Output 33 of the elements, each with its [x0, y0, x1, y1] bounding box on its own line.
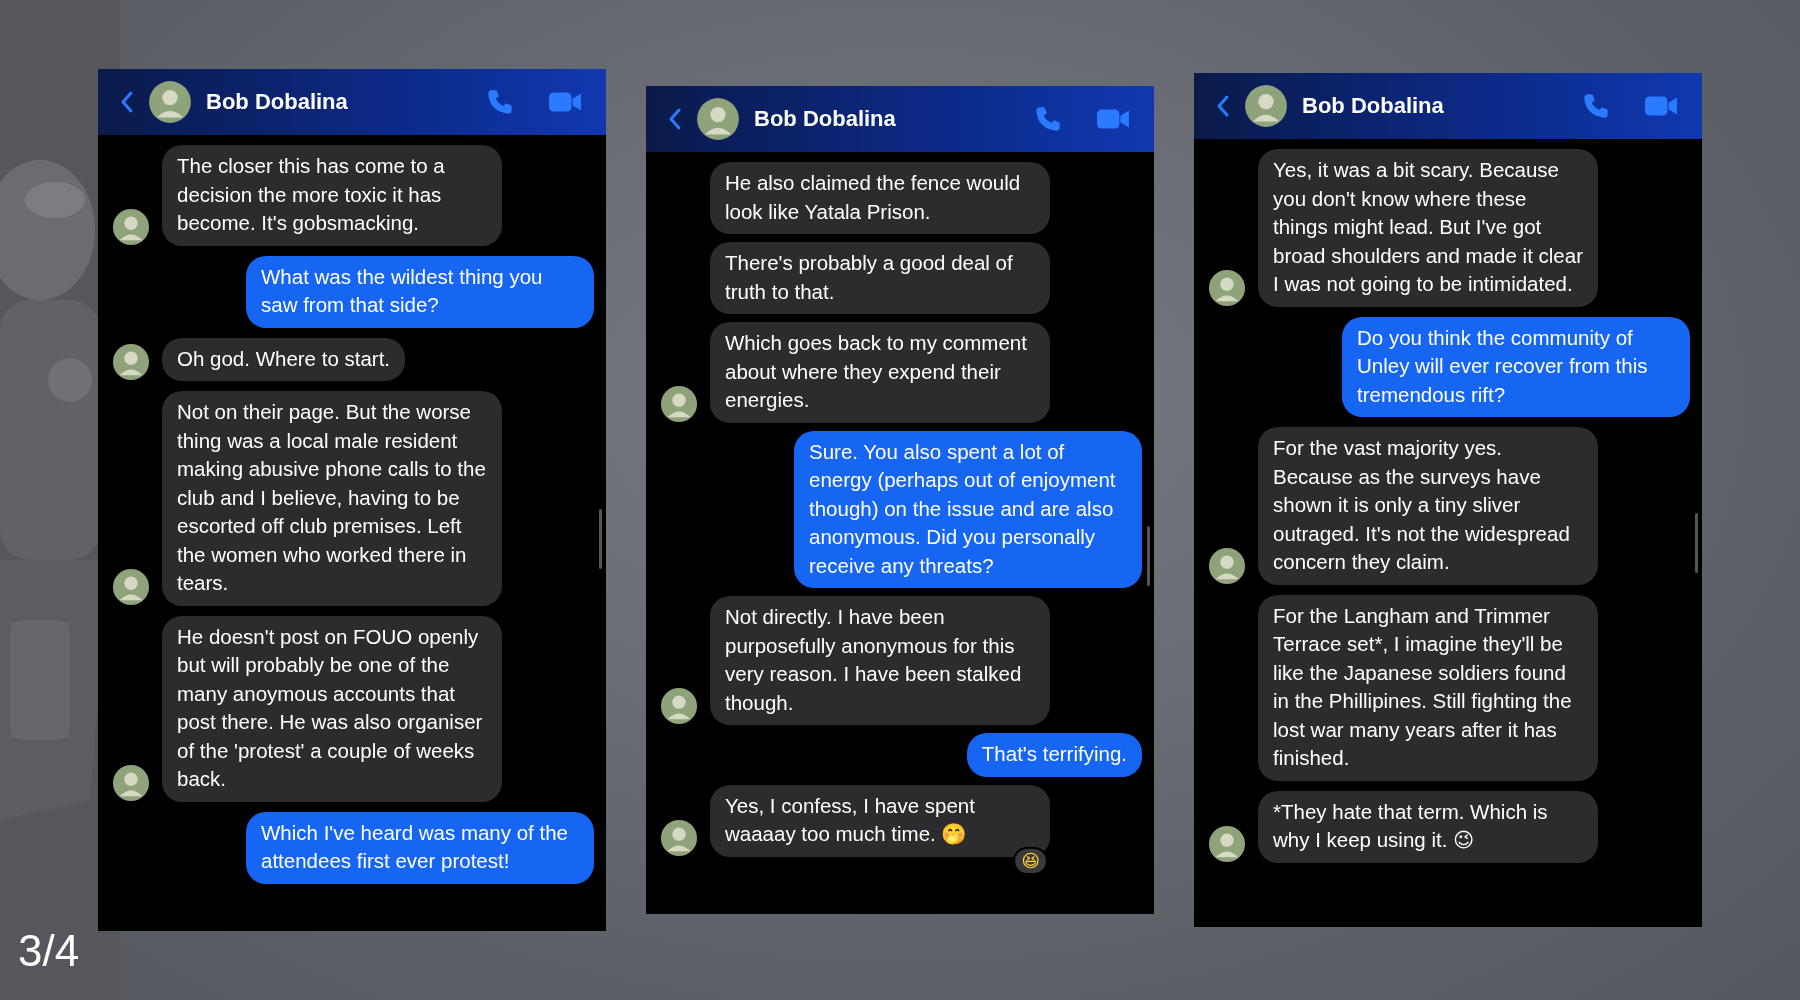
message-bubble: Which goes back to my comment about where they expend their energies. [710, 322, 1050, 423]
message-bubble: Which I've heard was many of the attendees first ever protest! [246, 811, 594, 884]
message-bubble: Oh god. Where to start. [162, 337, 406, 381]
back-icon[interactable] [1216, 94, 1230, 118]
message-bubble: Not on their page. But the worse thing was a local male resident making abusive phone calls to the club and I believe, having to be escorted off club premises. Left the women who worked there in tears. [162, 391, 502, 606]
message-bubble: Yes, it was a bit scary. Because you don't know where these things might lead. But I've got broad shoulders and made it clear I was not going to be intimidated. [1258, 149, 1598, 307]
message-bubble: For the Langham and Trimmer Terrace set*, I imagine they'll be like the Japanese soldiers found in the Phillipines. Still fighting the lost war many years after it has finished. [1258, 594, 1598, 781]
message-bubble: Not directly. I have been purposefully anonymous for this very reason. I have been stalked though. [710, 596, 1050, 725]
avatar-icon[interactable] [1244, 84, 1288, 128]
back-icon[interactable] [668, 107, 682, 131]
avatar-icon[interactable] [696, 97, 740, 141]
phone-icon[interactable] [1034, 105, 1062, 133]
video-icon[interactable] [548, 90, 582, 114]
phone-icon[interactable] [486, 88, 514, 116]
message-bubble: That's terrifying. [966, 733, 1142, 777]
message-bubble: For the vast majority yes. Because as the surveys have shown it is only a tiny sliver outraged. It's not the widespread concern they claim. [1258, 427, 1598, 585]
message-bubble: *They hate that term. Which is why I keep using it. 😉 [1258, 790, 1598, 863]
contact-name: Bob Dobalina [1302, 93, 1445, 119]
contact-name: Bob Dobalina [206, 89, 349, 115]
back-icon[interactable] [120, 90, 134, 114]
message-bubble: He also claimed the fence would look like Yatala Prison. [710, 162, 1050, 234]
contact-name: Bob Dobalina [754, 106, 897, 132]
message-bubble: He doesn't post on FOUO openly but will probably be one of the many anoymous accounts that post there. He was also organiser of the 'protest' a couple of weeks back. [162, 615, 502, 802]
phone-icon[interactable] [1582, 92, 1610, 120]
avatar-icon[interactable] [148, 80, 192, 124]
message-bubble: The closer this has come to a decision the more toxic it has become. It's gobsmacking. [162, 145, 502, 246]
message-bubble: There's probably a good deal of truth to that. [710, 242, 1050, 314]
video-icon[interactable] [1096, 107, 1130, 131]
slide-counter: 3/4 [18, 926, 80, 976]
message-bubble: Sure. You also spent a lot of energy (perhaps out of enjoyment though) on the issue and are also anonymous. Did you personally receive any threats? [794, 430, 1142, 588]
message-bubble: Do you think the community of Unley will ever recover from this tremendous rift? [1342, 316, 1690, 417]
message-bubble: What was the wildest thing you saw from that side? [246, 255, 594, 328]
video-icon[interactable] [1644, 94, 1678, 118]
